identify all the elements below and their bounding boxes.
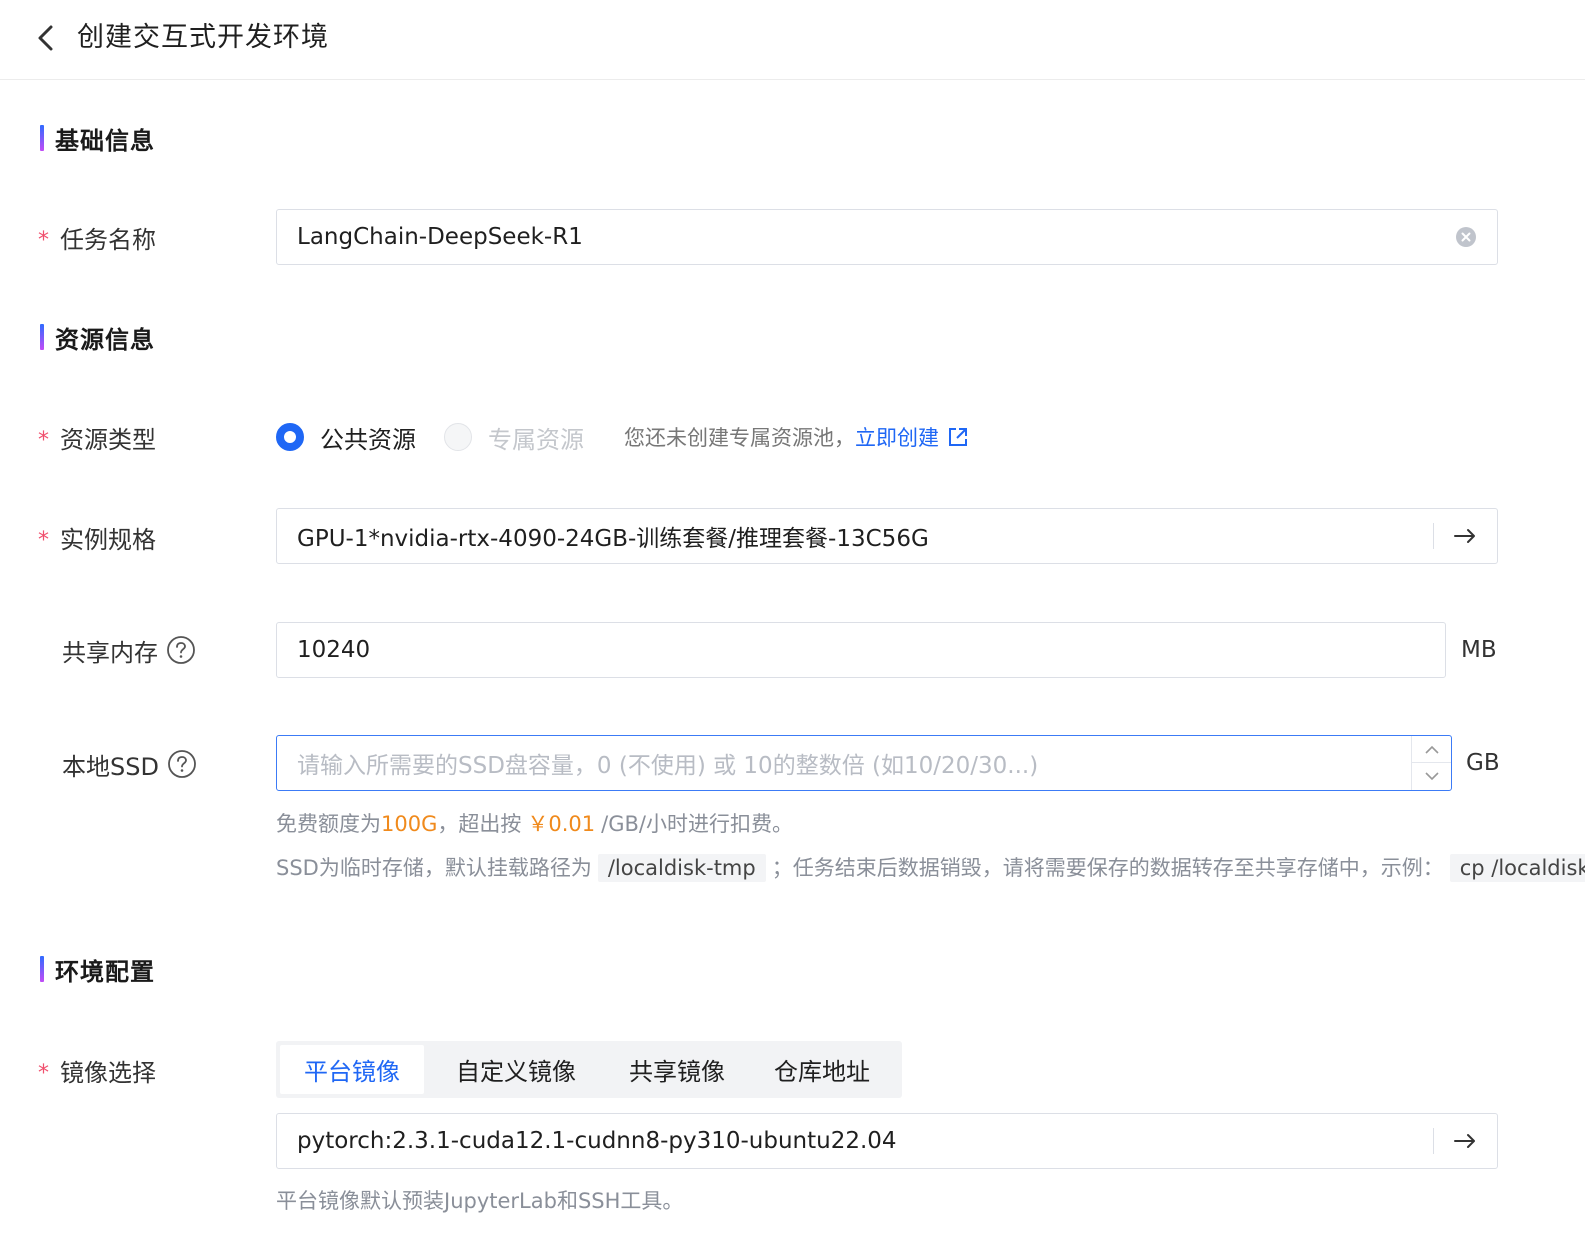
radio-label: 专属资源 bbox=[488, 425, 584, 454]
page-title: 创建交互式开发环境 bbox=[77, 22, 329, 53]
dedicated-pool-hint: 您还未创建专属资源池， bbox=[624, 426, 855, 450]
section-title-text: 资源信息 bbox=[55, 325, 155, 354]
image-hint: 平台镜像默认预装JupyterLab和SSH工具。 bbox=[276, 1189, 684, 1213]
radio-label: 公共资源 bbox=[320, 425, 416, 454]
section-accent-bar bbox=[40, 125, 44, 151]
ssd-price: ￥0.01 bbox=[527, 812, 596, 836]
instance-spec-selector[interactable]: GPU-1*nvidia-rtx-4090-24GB-训练套餐/推理套餐-13C… bbox=[276, 508, 1498, 564]
shared-memory-label-text: 共享内存 bbox=[62, 638, 158, 667]
shared-memory-input[interactable]: 10240 bbox=[276, 622, 1446, 678]
ssd-mount-path: /localdisk-tmp bbox=[597, 854, 766, 882]
create-dev-env-page: 创建交互式开发环境 基础信息 * 任务名称 LangChain-DeepSeek… bbox=[0, 0, 1585, 1245]
decrement-button[interactable] bbox=[1412, 763, 1451, 790]
required-mark: * bbox=[38, 427, 49, 453]
tab-platform-image[interactable]: 平台镜像 bbox=[280, 1045, 424, 1094]
tab-registry-address[interactable]: 仓库地址 bbox=[746, 1045, 898, 1094]
section-title-text: 环境配置 bbox=[55, 957, 155, 986]
external-link-icon[interactable] bbox=[947, 426, 969, 448]
image-select-label-text: 镜像选择 bbox=[60, 1058, 156, 1087]
chevron-up-icon bbox=[1424, 745, 1439, 754]
instance-spec-label-text: 实例规格 bbox=[60, 525, 156, 554]
resource-type-radio-group: 公共资源 专属资源 您还未创建专属资源池， 立即创建 bbox=[276, 420, 969, 454]
image-select-label: * 镜像选择 bbox=[38, 1053, 156, 1087]
tab-shared-image[interactable]: 共享镜像 bbox=[608, 1045, 746, 1094]
ssd-storage-prefix: SSD为临时存储，默认挂载路径为 bbox=[276, 856, 592, 880]
radio-unchecked-icon bbox=[444, 423, 472, 451]
page-header: 创建交互式开发环境 bbox=[0, 0, 1585, 80]
ssd-storage-hint: SSD为临时存储，默认挂载路径为/localdisk-tmp ；任务结束后数据销毁… bbox=[276, 852, 1585, 882]
chevron-left-icon bbox=[38, 25, 53, 51]
ssd-storage-middle: ；任务结束后数据销毁，请将需要保存的数据转存至共享存储中，示例： bbox=[771, 856, 1444, 880]
ssd-billing-hint: 免费额度为100G，超出按 ￥0.01/GB/小时进行扣费。 bbox=[276, 808, 793, 838]
radio-public-resource[interactable]: 公共资源 bbox=[276, 420, 416, 455]
ssd-billing-prefix: 免费额度为 bbox=[276, 812, 381, 836]
create-now-link[interactable]: 立即创建 bbox=[855, 422, 969, 452]
resource-type-label-text: 资源类型 bbox=[60, 425, 156, 454]
task-name-input[interactable]: LangChain-DeepSeek-R1 bbox=[276, 209, 1498, 265]
ssd-billing-middle: ，超出按 bbox=[437, 812, 522, 836]
task-name-label: * 任务名称 bbox=[38, 220, 156, 254]
ssd-free-quota: 100G bbox=[381, 812, 438, 836]
local-ssd-placeholder[interactable]: 请输入所需要的SSD盘容量，0 (不使用) 或 10的整数倍 (如10/20/3… bbox=[297, 746, 1451, 780]
resource-type-label: * 资源类型 bbox=[38, 420, 156, 454]
radio-checked-icon bbox=[276, 423, 304, 451]
task-name-label-text: 任务名称 bbox=[60, 225, 156, 254]
section-resource-info: 资源信息 bbox=[40, 323, 155, 354]
local-ssd-label-text: 本地SSD bbox=[62, 752, 159, 781]
image-source-tabs: 平台镜像 自定义镜像 共享镜像 仓库地址 bbox=[276, 1041, 902, 1098]
shared-memory-label: 共享内存 bbox=[38, 633, 196, 667]
shared-memory-value[interactable]: 10240 bbox=[297, 637, 1445, 663]
instance-spec-select-button[interactable] bbox=[1433, 509, 1497, 563]
ssd-copy-example: cp /localdisk-tmp bbox=[1449, 854, 1585, 882]
required-mark: * bbox=[38, 227, 49, 253]
back-button[interactable] bbox=[30, 22, 62, 54]
local-ssd-stepper bbox=[1411, 736, 1451, 790]
task-name-value[interactable]: LangChain-DeepSeek-R1 bbox=[297, 224, 1497, 250]
question-circle-icon[interactable] bbox=[166, 635, 196, 665]
create-now-link-text[interactable]: 立即创建 bbox=[855, 422, 939, 452]
local-ssd-label: 本地SSD bbox=[38, 747, 197, 781]
image-selector[interactable]: pytorch:2.3.1-cuda12.1-cudnn8-py310-ubun… bbox=[276, 1113, 1498, 1169]
clear-icon[interactable] bbox=[1455, 226, 1477, 248]
radio-dedicated-resource[interactable]: 专属资源 bbox=[444, 420, 584, 455]
section-accent-bar bbox=[40, 956, 44, 982]
section-title-text: 基础信息 bbox=[55, 126, 155, 155]
increment-button[interactable] bbox=[1412, 736, 1451, 763]
shared-memory-unit: MB bbox=[1461, 637, 1497, 663]
local-ssd-unit: GB bbox=[1466, 750, 1500, 776]
arrow-right-icon bbox=[1454, 1134, 1475, 1148]
section-accent-bar bbox=[40, 324, 44, 350]
arrow-right-icon bbox=[1454, 529, 1475, 543]
local-ssd-input[interactable]: 请输入所需要的SSD盘容量，0 (不使用) 或 10的整数倍 (如10/20/3… bbox=[276, 735, 1452, 791]
ssd-billing-suffix: /GB/小时进行扣费。 bbox=[601, 812, 793, 836]
instance-spec-value[interactable]: GPU-1*nvidia-rtx-4090-24GB-训练套餐/推理套餐-13C… bbox=[297, 519, 1497, 553]
question-circle-icon[interactable] bbox=[167, 749, 197, 779]
tab-custom-image[interactable]: 自定义镜像 bbox=[424, 1045, 608, 1094]
required-mark: * bbox=[38, 527, 49, 553]
section-env-config: 环境配置 bbox=[40, 955, 155, 986]
chevron-down-icon bbox=[1424, 772, 1439, 781]
image-value[interactable]: pytorch:2.3.1-cuda12.1-cudnn8-py310-ubun… bbox=[297, 1128, 1497, 1154]
required-mark: * bbox=[38, 1060, 49, 1086]
section-basic-info: 基础信息 bbox=[40, 124, 155, 155]
image-select-button[interactable] bbox=[1433, 1114, 1497, 1168]
instance-spec-label: * 实例规格 bbox=[38, 520, 156, 554]
